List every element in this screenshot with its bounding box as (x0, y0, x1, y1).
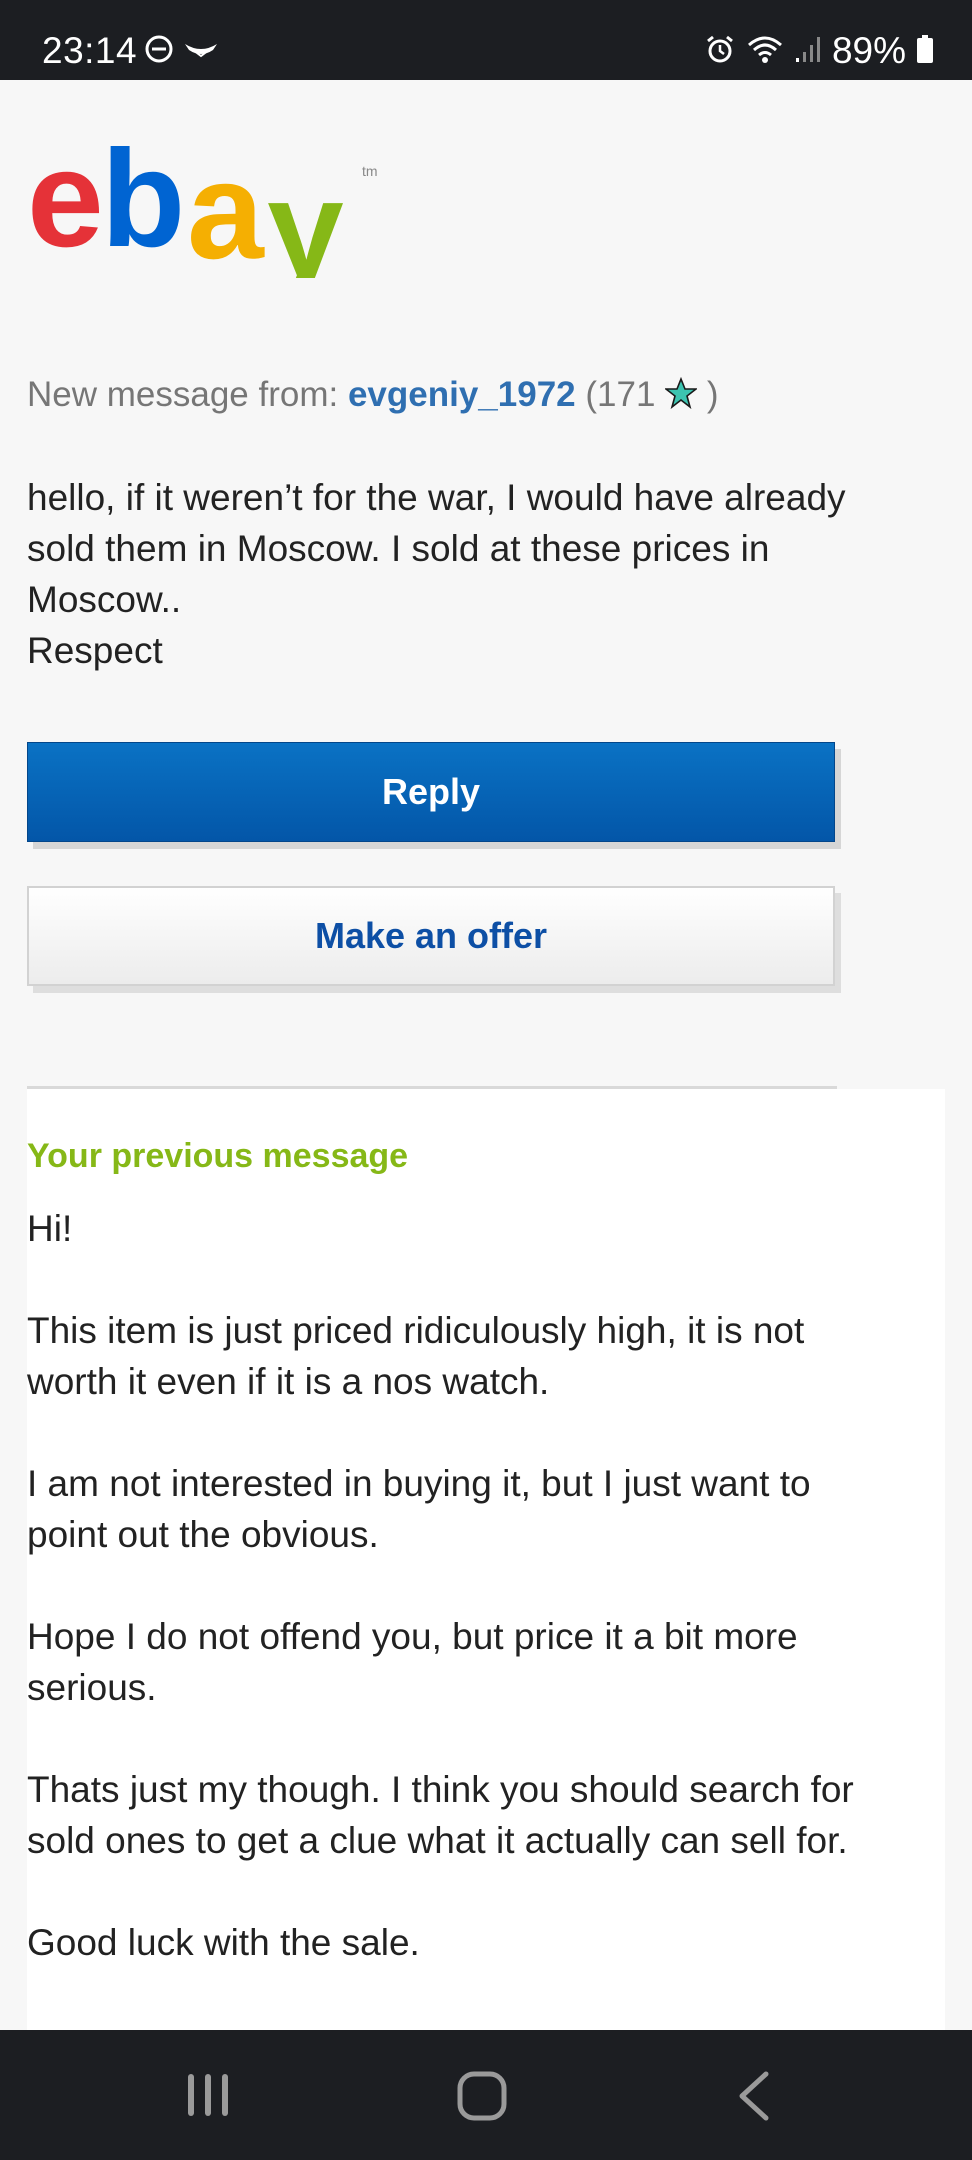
feedback-score: (171 (585, 375, 656, 414)
message-body: hello, if it weren’t for the war, I woul… (27, 472, 857, 676)
email-content[interactable]: e b a y tm New message from: evgeniy_197… (0, 80, 972, 2030)
message-signoff: Respect (27, 630, 163, 671)
status-bar: 23:14 89% (0, 0, 972, 80)
logo-trademark: tm (362, 163, 378, 179)
signal-icon (794, 34, 822, 69)
ebay-logo: e b a y tm (27, 122, 387, 306)
recent-apps-icon[interactable] (184, 2070, 232, 2125)
battery-icon (916, 34, 934, 69)
prev-paragraph: I am not interested in buying it, but I … (27, 1463, 811, 1555)
battery-percent: 89% (831, 30, 906, 71)
notification-icon (182, 34, 220, 69)
sender-username-link[interactable]: evgeniy_1972 (348, 375, 576, 414)
make-offer-button[interactable]: Make an offer (27, 886, 835, 986)
navigation-bar (0, 2030, 972, 2160)
alarm-icon (704, 33, 736, 70)
logo-letter-a: a (187, 134, 265, 278)
do-not-disturb-icon (144, 34, 174, 69)
logo-letter-y: y (267, 152, 344, 278)
sender-line: New message from: evgeniy_1972 (171 ) (27, 375, 719, 418)
prev-paragraph: Hi! (27, 1208, 73, 1249)
prev-paragraph: This item is just priced ridiculously hi… (27, 1310, 805, 1402)
message-text: hello, if it weren’t for the war, I woul… (27, 477, 846, 620)
logo-letter-e: e (27, 128, 100, 276)
previous-message-body: Hi! This item is just priced ridiculousl… (27, 1203, 857, 2019)
status-time: 23:14 (42, 30, 138, 71)
prev-paragraph: Thats just my though. I think you should… (27, 1769, 854, 1861)
previous-message-section: Your previous message Hi! This item is j… (27, 1089, 945, 2030)
email-card: e b a y tm New message from: evgeniy_197… (27, 80, 945, 2030)
home-icon[interactable] (456, 2070, 508, 2127)
prev-paragraph: Good luck with the sale. (27, 1922, 420, 1963)
previous-message-heading: Your previous message (27, 1137, 409, 1175)
status-left-icons (144, 34, 220, 69)
turquoise-star-icon (663, 376, 699, 418)
wifi-icon (746, 33, 784, 70)
sender-prefix: New message from: (27, 375, 339, 414)
reply-button[interactable]: Reply (27, 742, 835, 842)
status-right: 89% (704, 30, 934, 72)
back-icon[interactable] (736, 2070, 772, 2127)
prev-paragraph: Hope I do not offend you, but price it a… (27, 1616, 798, 1708)
feedback-close: ) (706, 375, 719, 414)
logo-letter-b: b (101, 128, 185, 276)
